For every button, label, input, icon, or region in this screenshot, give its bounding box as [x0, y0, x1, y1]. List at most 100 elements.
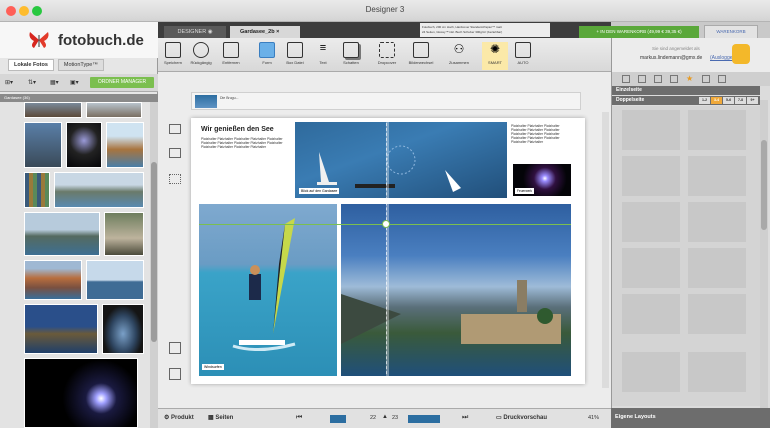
rueckgaengig-button[interactable]: Rückgängig — [188, 42, 214, 70]
favorite-star-icon[interactable]: ★ — [686, 74, 693, 83]
layout-tile[interactable] — [622, 156, 680, 196]
zusammen-button[interactable]: ⚇ Zusammen — [446, 42, 472, 70]
photo-thumb[interactable] — [24, 304, 98, 354]
add-to-cart-button[interactable]: + IN DEN WARENKORB (49,99 € 39,35 €) — [579, 26, 699, 38]
filter-7-8[interactable]: 7-8 — [735, 97, 746, 104]
photo-thumb[interactable] — [24, 122, 62, 168]
photo-thumb[interactable] — [54, 172, 144, 208]
zoom-level[interactable]: 41% — [588, 415, 599, 421]
layout-tile[interactable] — [622, 352, 680, 392]
filter-3-4[interactable]: 3-4 — [711, 97, 722, 104]
eigene-layouts-bar[interactable]: Eigene Layouts — [611, 408, 770, 428]
windsurfer-photo[interactable]: Windsurfen — [199, 204, 337, 376]
folder-manager-button[interactable]: ORDNER MANAGER — [90, 77, 154, 88]
trash-icon[interactable] — [169, 368, 181, 380]
dropcover-label: Dropcover — [377, 60, 397, 65]
produkt-button[interactable]: ⚙ Produkt — [164, 414, 194, 421]
page-layout-icon[interactable] — [330, 415, 346, 423]
layout-tile[interactable] — [622, 202, 680, 242]
photo-thumb[interactable] — [24, 102, 82, 118]
layout-scrollbar[interactable] — [760, 100, 768, 410]
lake-photo[interactable]: Blick auf den Gardasee — [295, 122, 507, 198]
dropcover-button[interactable]: Dropcover — [374, 42, 400, 70]
druckvorschau-button[interactable]: ▭ Druckvorschau — [496, 414, 547, 421]
warenkorb-button[interactable]: WARENKORB — [704, 25, 758, 39]
speichern-button[interactable]: Speichern — [160, 42, 186, 70]
photo-thumb[interactable] — [24, 260, 82, 300]
photo-thumb[interactable] — [86, 260, 144, 300]
page-title[interactable]: Wir genießen den See — [201, 126, 274, 133]
layout-tile[interactable] — [622, 110, 680, 150]
layout-view-icon[interactable] — [622, 75, 630, 83]
schatten-button[interactable]: Schatten — [338, 42, 364, 70]
insert-image-icon[interactable] — [169, 124, 181, 134]
layout-tile[interactable] — [688, 156, 746, 196]
insert-text-icon[interactable] — [169, 148, 181, 158]
tab-designer[interactable]: DESIGNER ◉ — [164, 26, 226, 38]
layout-grid-icon[interactable] — [638, 75, 646, 83]
text-style-icon[interactable] — [718, 75, 726, 83]
box-datei-button[interactable]: Box Datei — [282, 42, 308, 70]
last-page-icon[interactable]: ⏭ — [462, 414, 468, 422]
filter-9-plus[interactable]: 9+ — [747, 97, 758, 104]
tab-motiontype[interactable]: MotionType™ — [57, 59, 104, 71]
layout-tile[interactable] — [688, 352, 746, 392]
auto-button[interactable]: AUTO — [510, 42, 536, 70]
guide-handle[interactable] — [382, 220, 390, 228]
photo-thumb[interactable] — [24, 358, 138, 428]
text-button[interactable]: ≡ Text — [310, 42, 336, 70]
photo-scrollbar[interactable] — [150, 102, 158, 439]
view-icon[interactable]: ⊞▾ — [5, 77, 13, 88]
doppelseite-header[interactable]: Doppelseite 1-2 3-4 5-6 7-8 9+ — [612, 96, 760, 105]
seiten-button[interactable]: ▦ Seiten — [208, 414, 233, 421]
page-thumbnail-strip: Die Brugu... — [191, 92, 581, 110]
entfernen-button[interactable]: Entfernen — [218, 42, 244, 70]
right-body-text[interactable]: Platzhalter Platzhalter Platzhalter Plat… — [511, 124, 571, 145]
caption-blick: Blick auf den Gardasee — [299, 188, 340, 194]
layout-tile[interactable] — [622, 248, 680, 288]
design-canvas: Die Brugu... Wir genießen den See Platzh… — [158, 72, 611, 408]
layout-tile[interactable] — [622, 294, 680, 334]
clipboard-icon[interactable] — [169, 342, 181, 354]
castle-graphic — [341, 280, 561, 344]
left-sidebar: fotobuch.de Lokale Fotos MotionType™ ⊞▾ … — [0, 22, 158, 439]
layout-tile[interactable] — [688, 110, 746, 150]
tab-lokale-fotos[interactable]: Lokale Fotos — [8, 59, 54, 71]
clipart-icon[interactable] — [702, 75, 710, 83]
photo-thumb[interactable] — [104, 212, 144, 256]
page-range-from[interactable]: 22 — [370, 415, 376, 421]
form-button[interactable]: Form — [254, 42, 280, 70]
canvas-scrollbar[interactable] — [602, 112, 609, 388]
photo-thumb[interactable] — [86, 102, 142, 118]
tab-gardasee[interactable]: Gardasee_2b × — [230, 26, 300, 38]
layout-tile[interactable] — [688, 248, 746, 288]
first-page-icon[interactable]: ⏮ — [296, 414, 302, 422]
insert-grid-icon[interactable] — [169, 174, 181, 184]
next-layout-icon[interactable] — [408, 415, 440, 423]
photo-thumb[interactable] — [66, 122, 102, 168]
photo-thumb[interactable] — [24, 212, 100, 256]
grid-size-icon[interactable]: ▦▾ — [50, 77, 59, 88]
layout-number-icon[interactable] — [670, 75, 678, 83]
smart-button[interactable]: ✺ SMART — [482, 42, 508, 70]
page-range-up-icon[interactable]: ▲ — [382, 414, 388, 420]
photo-thumb[interactable] — [24, 172, 50, 208]
spine-guide[interactable] — [386, 118, 389, 384]
photo-thumb[interactable] — [102, 304, 144, 354]
page-body-text[interactable]: Platzhalter Platzhalter Platzhalter Plat… — [201, 137, 283, 149]
bilderwechsel-button[interactable]: Bilderwechsel — [408, 42, 434, 70]
malcesine-photo[interactable] — [341, 204, 571, 376]
filter-1-2[interactable]: 1-2 — [699, 97, 710, 104]
filter-icon[interactable]: ▣▾ — [70, 77, 79, 88]
page-range-to[interactable]: 23 — [392, 415, 398, 421]
page-thumbnail[interactable] — [195, 95, 217, 108]
firework-photo[interactable]: Feuerwerk — [513, 164, 571, 196]
sort-icon[interactable]: ⇅▾ — [28, 77, 36, 88]
layout-tile[interactable] — [688, 294, 746, 334]
layout-tool-tabs: ★ — [612, 72, 770, 86]
einzelseite-header[interactable]: Einzelseite — [612, 86, 760, 95]
filter-5-6[interactable]: 5-6 — [723, 97, 734, 104]
photo-thumb[interactable] — [106, 122, 144, 168]
layout-tile[interactable] — [688, 202, 746, 242]
layout-split-icon[interactable] — [654, 75, 662, 83]
